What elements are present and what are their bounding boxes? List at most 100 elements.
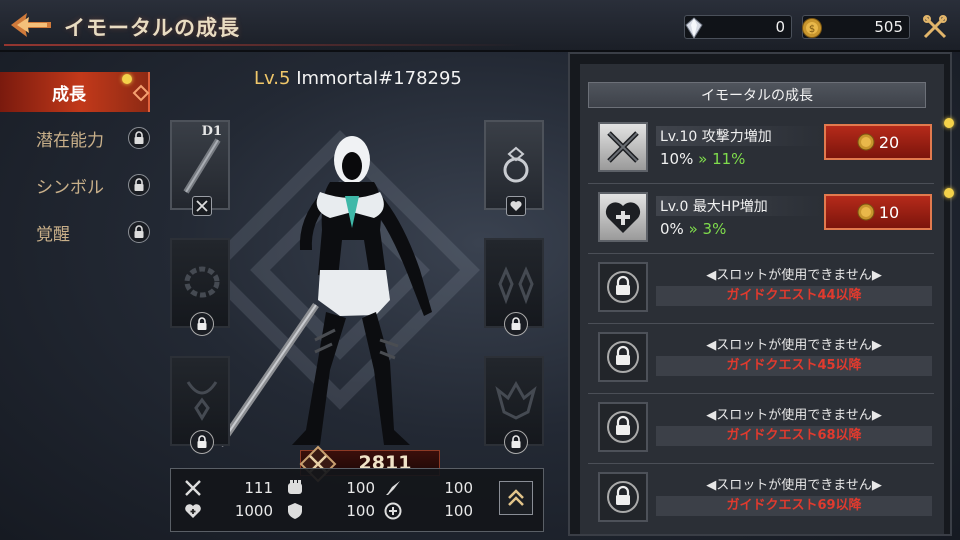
row-divider xyxy=(588,323,934,324)
notification-dot xyxy=(944,118,954,128)
stat-hp-value: 1000 xyxy=(234,502,273,520)
upgrade-cost: 10 xyxy=(878,202,900,222)
stat-power: 100 xyxy=(285,478,375,498)
locked-slot-row: ◀スロットが使用できません▶ ガイドクエスト69以降 xyxy=(588,468,934,530)
row-divider xyxy=(588,463,934,464)
crossed-swords-icon xyxy=(607,131,639,163)
upgrade-hp-button[interactable]: 10 xyxy=(824,194,932,230)
upgrade-name: Lv.0 最大HP増加 xyxy=(660,199,768,215)
top-bar: イモータルの成長 0 $ 505 xyxy=(0,0,960,52)
tab-symbol-label: シンボル xyxy=(36,177,104,198)
slot-lock-icon xyxy=(504,430,528,454)
growth-panel-title: イモータルの成長 xyxy=(588,82,926,108)
locked-slot-condition: ガイドクエスト69以降 xyxy=(656,496,932,516)
row-divider xyxy=(588,393,934,394)
gold-counter: $ 505 xyxy=(802,15,910,39)
svg-text:$: $ xyxy=(809,24,815,35)
padlock-icon xyxy=(607,481,639,513)
lock-icon xyxy=(128,174,150,196)
stat-armor: 100 xyxy=(285,501,375,521)
emblem-icon xyxy=(495,380,537,420)
bracelet-slot[interactable] xyxy=(170,238,230,336)
gold-coin-icon xyxy=(857,133,875,151)
ring-icon xyxy=(503,146,529,183)
upgrade-row-attack: Lv.10 攻撃力増加 10% » 11% 20 xyxy=(588,118,954,184)
slot-lock-icon xyxy=(190,430,214,454)
stat-evasion: 100 xyxy=(383,501,473,521)
locked-slot-row: ◀スロットが使用できません▶ ガイドクエスト45以降 xyxy=(588,328,934,394)
back-arrow-icon xyxy=(11,13,51,37)
tab-symbol[interactable]: シンボル xyxy=(0,165,150,205)
locked-slot-title: ◀スロットが使用できません▶ xyxy=(706,408,882,423)
locked-slot-title: ◀スロットが使用できません▶ xyxy=(706,268,882,283)
lock-icon xyxy=(128,221,150,243)
attack-upgrade-icon xyxy=(598,122,648,172)
upgrade-name: Lv.10 攻撃力増加 xyxy=(660,129,772,145)
necklace-icon xyxy=(186,381,218,421)
heart-plus-icon xyxy=(510,201,522,211)
heart-plus-icon xyxy=(185,504,201,518)
bracelet-icon xyxy=(184,266,220,298)
tab-growth[interactable]: 成長 xyxy=(0,72,150,112)
stats-panel: 111 100 100 1000 100 100 xyxy=(170,468,544,532)
crossed-swords-icon xyxy=(185,480,201,496)
shield-icon xyxy=(288,503,302,519)
locked-slot-condition: ガイドクエスト45以降 xyxy=(656,356,932,376)
row-divider xyxy=(588,253,934,254)
emblem-slot[interactable] xyxy=(484,356,544,454)
tab-awakening[interactable]: 覚醒 xyxy=(0,212,150,252)
target-plus-icon xyxy=(384,502,402,520)
stat-evasion-value: 100 xyxy=(444,502,473,520)
earring-slot[interactable] xyxy=(484,238,544,336)
crossed-swords-icon xyxy=(196,200,208,212)
stat-armor-value: 100 xyxy=(346,502,375,520)
lock-icon xyxy=(128,127,150,149)
gem-counter: 0 xyxy=(684,15,792,39)
page-title: イモータルの成長 xyxy=(64,16,240,40)
notification-dot xyxy=(944,188,954,198)
stat-hp: 1000 xyxy=(183,501,273,521)
padlock-icon xyxy=(607,271,639,303)
gold-coin-icon xyxy=(857,203,875,221)
tab-growth-label: 成長 xyxy=(52,84,86,105)
upgrade-row-hp: Lv.0 最大HP増加 0% » 3% 10 xyxy=(588,188,954,254)
locked-slot-condition: ガイドクエスト68以降 xyxy=(656,426,932,446)
back-button[interactable] xyxy=(6,6,56,44)
locked-slot-title: ◀スロットが使用できません▶ xyxy=(706,478,882,493)
weapon-slot[interactable]: D1 xyxy=(170,120,230,216)
locked-slot-condition: ガイドクエスト44以降 xyxy=(656,286,932,306)
locked-slot-row: ◀スロットが使用できません▶ ガイドクエスト44以降 xyxy=(588,258,934,324)
gold-coin-icon: $ xyxy=(802,18,822,38)
upgrade-progress: 10% » 11% xyxy=(660,150,746,168)
double-chevron-up-icon xyxy=(508,489,524,506)
heart-cross-icon xyxy=(605,202,641,233)
stats-expand-button[interactable] xyxy=(499,481,533,515)
locked-slot-title: ◀スロットが使用できません▶ xyxy=(706,338,882,353)
locked-slot-icon xyxy=(598,472,648,522)
slot-lock-icon xyxy=(190,312,214,336)
necklace-slot[interactable] xyxy=(170,356,230,454)
stat-attack-value: 111 xyxy=(244,479,273,497)
upgrade-progress: 0% » 3% xyxy=(660,220,727,238)
character-title: Lv.5 Immortal#178295 xyxy=(254,68,462,89)
weapon-type-badge xyxy=(192,196,212,216)
tab-potential-label: 潜在能力 xyxy=(36,130,104,151)
gold-count: 505 xyxy=(874,18,903,36)
heal-badge xyxy=(506,196,526,216)
earring-icon xyxy=(498,266,534,305)
active-indicator-icon xyxy=(132,84,150,102)
gem-count: 0 xyxy=(775,18,785,36)
settings-button[interactable] xyxy=(920,13,950,41)
character-name: Immortal#178295 xyxy=(296,68,462,89)
stat-attack: 111 xyxy=(183,478,273,498)
crystal-icon xyxy=(685,17,703,39)
arrowhead-icon xyxy=(386,481,400,495)
tab-potential[interactable]: 潜在能力 xyxy=(0,118,150,158)
slot-lock-icon xyxy=(504,312,528,336)
upgrade-attack-button[interactable]: 20 xyxy=(824,124,932,160)
sword-icon xyxy=(183,138,221,194)
stat-penetration: 100 xyxy=(383,478,473,498)
locked-slot-icon xyxy=(598,262,648,312)
crossed-tools-icon xyxy=(923,15,947,39)
ring-slot[interactable] xyxy=(484,120,544,216)
